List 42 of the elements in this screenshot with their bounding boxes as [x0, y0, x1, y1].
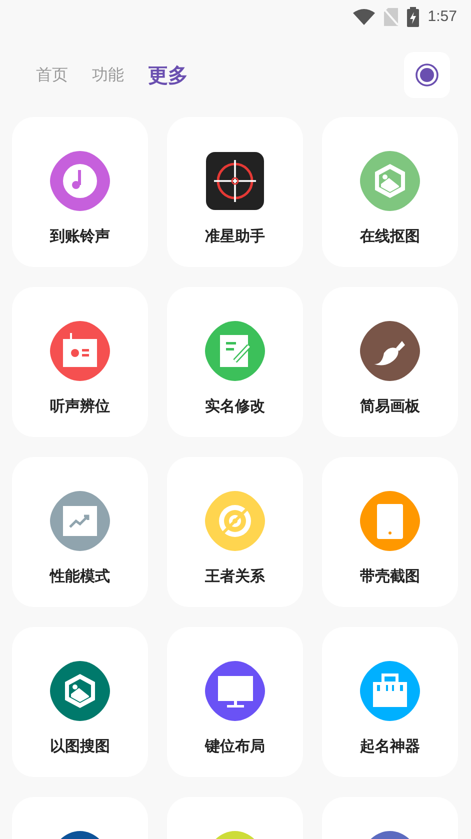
tool-label: 简易画板	[360, 397, 420, 416]
tool-card[interactable]: 在线抠图	[322, 117, 458, 267]
tool-card[interactable]: 起名神器	[322, 627, 458, 777]
tool-label: 听声辨位	[50, 397, 110, 416]
tool-label: 到账铃声	[50, 227, 110, 246]
tool-label: 准星助手	[205, 227, 265, 246]
image-icon	[50, 661, 110, 721]
wifi-icon	[352, 8, 375, 24]
brush-icon	[360, 321, 420, 381]
tool-label: 带壳截图	[360, 567, 420, 586]
tool-card[interactable]: 简易画板	[322, 287, 458, 437]
tablet-icon	[360, 491, 420, 551]
tool-card[interactable]: 键位布局	[167, 627, 303, 777]
edit-icon	[205, 321, 265, 381]
tool-card[interactable]: 性能模式	[12, 457, 148, 607]
tool-label: 性能模式	[50, 567, 110, 586]
battery-icon	[406, 6, 419, 26]
bag-icon	[360, 661, 420, 721]
tool-label: 在线抠图	[360, 227, 420, 246]
no-sim-icon	[384, 8, 398, 26]
music-icon	[50, 151, 110, 211]
monitor-icon	[205, 661, 265, 721]
radio-icon	[50, 321, 110, 381]
tool-card[interactable]: 实名修改	[167, 287, 303, 437]
target-icon	[205, 491, 265, 551]
tool-label: 以图搜图	[50, 737, 110, 756]
status-time: 1:57	[428, 8, 457, 25]
tool-label: 键位布局	[205, 737, 265, 756]
tool-card[interactable]: 准星助手	[167, 117, 303, 267]
tool-label: 实名修改	[205, 397, 265, 416]
tool-card[interactable]: 带壳截图	[322, 457, 458, 607]
record-icon	[415, 63, 439, 87]
image-icon	[360, 151, 420, 211]
tab[interactable]: 更多	[136, 58, 200, 92]
tool-card[interactable]: 听声辨位	[12, 287, 148, 437]
tool-card[interactable]: 到账铃声	[12, 117, 148, 267]
tool-card[interactable]: 王者关系	[167, 457, 303, 607]
tool-card[interactable]: 以图搜图	[12, 627, 148, 777]
record-button[interactable]	[404, 52, 450, 98]
tool-label: 起名神器	[360, 737, 420, 756]
chart-icon	[50, 491, 110, 551]
tool-label: 王者关系	[205, 567, 265, 586]
